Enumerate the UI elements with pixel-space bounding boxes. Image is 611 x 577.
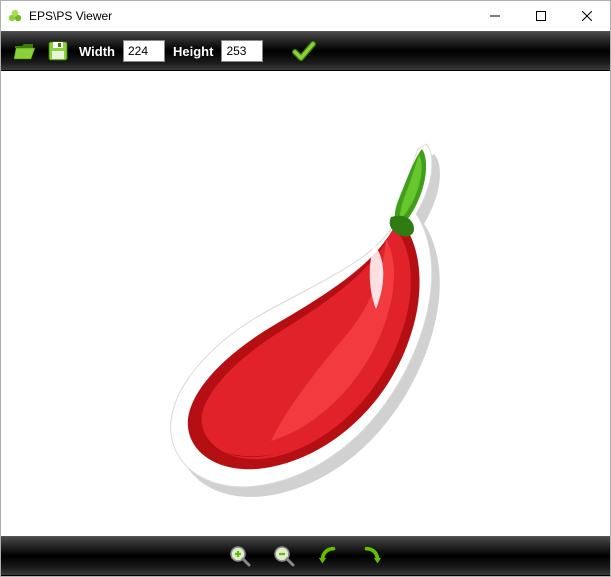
bottom-toolbar [1, 536, 610, 576]
rotate-left-icon [317, 545, 339, 567]
open-folder-icon [12, 39, 36, 63]
content-image [136, 109, 476, 499]
height-label: Height [173, 44, 213, 59]
app-window: EPS\PS Viewer Width Heig [0, 0, 611, 577]
apply-button[interactable] [291, 38, 317, 64]
zoom-out-button[interactable] [271, 543, 297, 569]
maximize-button[interactable] [518, 1, 564, 31]
rotate-right-icon [361, 545, 383, 567]
titlebar: EPS\PS Viewer [1, 1, 610, 31]
open-button[interactable] [11, 38, 37, 64]
zoom-out-icon [272, 544, 296, 568]
minimize-button[interactable] [472, 1, 518, 31]
close-button[interactable] [564, 1, 610, 31]
width-input[interactable] [123, 40, 165, 62]
top-toolbar: Width Height [1, 31, 610, 71]
height-input[interactable] [221, 40, 263, 62]
zoom-in-button[interactable] [227, 543, 253, 569]
width-label: Width [79, 44, 115, 59]
rotate-right-button[interactable] [359, 543, 385, 569]
viewport [1, 71, 610, 536]
checkmark-icon [291, 38, 317, 64]
image-canvas [126, 104, 486, 504]
window-title: EPS\PS Viewer [29, 9, 472, 23]
app-icon [7, 8, 23, 24]
save-icon [46, 39, 70, 63]
zoom-in-icon [228, 544, 252, 568]
save-button[interactable] [45, 38, 71, 64]
rotate-left-button[interactable] [315, 543, 341, 569]
